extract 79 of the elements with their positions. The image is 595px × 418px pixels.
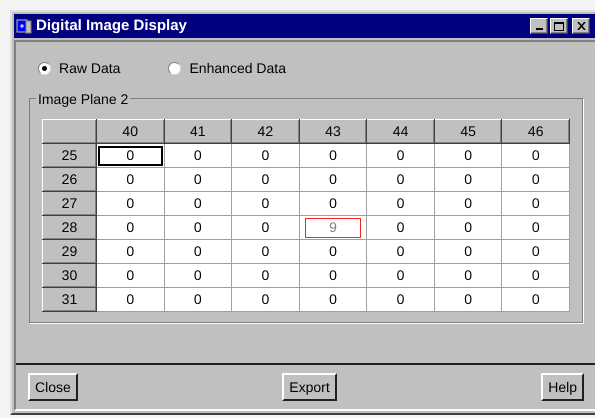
column-header[interactable]: 44 [366,120,434,144]
row-header[interactable]: 30 [42,264,96,288]
table-cell[interactable]: 0 [366,264,434,288]
table-cell[interactable]: 0 [502,240,570,264]
table-cell[interactable]: 0 [232,240,300,264]
radio-option[interactable]: Enhanced Data [168,58,286,78]
app-icon [16,18,32,34]
table-cell[interactable]: 0 [164,168,232,192]
table-cell[interactable]: 0 [164,240,232,264]
table-cell[interactable]: 0 [366,168,434,192]
table-cell[interactable]: 0 [232,192,300,216]
table-cell[interactable]: 0 [366,216,434,240]
table-cell[interactable]: 0 [96,288,164,312]
column-header[interactable]: 43 [299,120,367,144]
column-header[interactable]: 45 [434,120,502,144]
table-cell[interactable]: 0 [502,288,570,312]
radio-button[interactable] [38,62,51,74]
column-header[interactable]: 40 [96,120,164,144]
table-cell[interactable]: 0 [96,240,164,264]
row-header[interactable]: 31 [42,288,96,312]
table-cell[interactable]: 0 [434,216,502,240]
column-header[interactable]: 46 [502,120,570,144]
table-cell[interactable]: 0 [96,144,164,168]
dialog-button[interactable]: Help [541,373,584,401]
column-header[interactable]: 41 [164,120,232,144]
corner-header [42,120,96,144]
close-icon [576,22,586,30]
table-cell[interactable]: 0 [299,168,367,192]
table-cell[interactable]: 0 [502,264,570,288]
dialog-button[interactable]: Export [282,373,337,401]
row-header[interactable]: 28 [42,216,96,240]
table-cell[interactable]: 0 [164,144,232,168]
table-cell[interactable]: 0 [164,288,232,312]
table-cell[interactable]: 0 [434,264,502,288]
table-cell[interactable]: 0 [232,264,300,288]
table-cell[interactable]: 0 [299,264,367,288]
maximize-icon [554,22,564,30]
table-cell[interactable]: 0 [434,240,502,264]
close-window-button[interactable] [572,18,590,34]
table-cell[interactable]: 0 [299,288,367,312]
dialog-button[interactable]: Close [28,373,78,401]
window-title: Digital Image Display [36,16,187,36]
table-cell[interactable]: 0 [299,144,367,168]
table-cell[interactable]: 0 [299,240,367,264]
row-header[interactable]: 29 [42,240,96,264]
minimize-icon [536,28,542,30]
table-cell[interactable]: 0 [434,192,502,216]
table-cell[interactable]: 0 [502,216,570,240]
row-header[interactable]: 27 [42,192,96,216]
table-cell[interactable]: 0 [434,288,502,312]
table-cell[interactable]: 0 [232,216,300,240]
table-cell[interactable]: 0 [96,264,164,288]
table-cell[interactable]: 9 [299,216,367,240]
table-cell[interactable]: 0 [366,240,434,264]
table-cell[interactable]: 0 [164,192,232,216]
table-cell[interactable]: 0 [434,144,502,168]
radio-option[interactable]: Raw Data [38,58,120,78]
table-cell[interactable]: 0 [164,216,232,240]
maximize-button[interactable] [550,18,568,34]
table-cell[interactable]: 0 [96,192,164,216]
table-cell[interactable]: 0 [366,192,434,216]
table-cell[interactable]: 0 [96,216,164,240]
column-header[interactable]: 42 [232,120,300,144]
row-header[interactable]: 25 [42,144,96,168]
radio-button[interactable] [168,62,182,74]
table-cell[interactable]: 0 [502,192,570,216]
table-cell[interactable]: 0 [232,144,300,168]
minimize-button[interactable] [530,18,548,34]
table-cell[interactable]: 0 [299,192,367,216]
table-cell[interactable]: 0 [96,168,164,192]
table-cell[interactable]: 0 [434,168,502,192]
table-cell[interactable]: 0 [164,264,232,288]
table-cell[interactable]: 0 [232,288,300,312]
table-cell[interactable]: 0 [366,288,434,312]
table-cell[interactable]: 0 [502,144,570,168]
row-header[interactable]: 26 [42,168,96,192]
table-cell[interactable]: 0 [502,168,570,192]
table-cell[interactable]: 0 [232,168,300,192]
table-cell[interactable]: 0 [366,144,434,168]
